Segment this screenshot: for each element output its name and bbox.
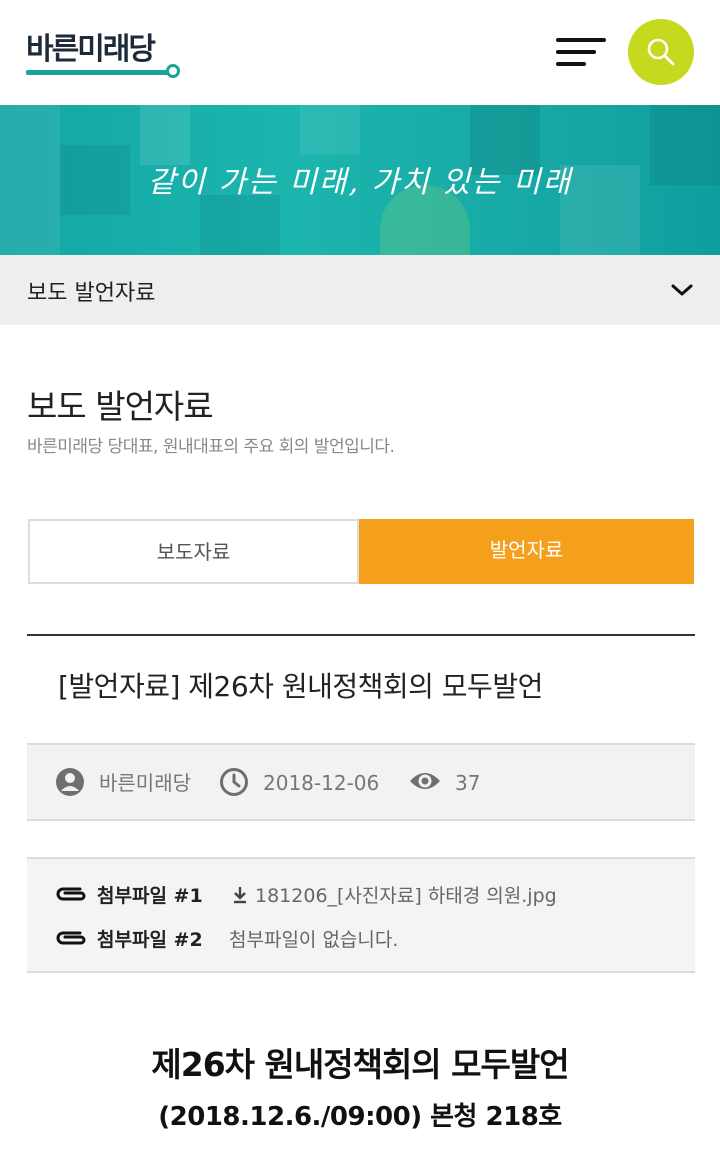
banner-slogan: 같이 가는 미래, 가치 있는 미래 (147, 165, 573, 200)
attachment-row: 첨부파일 #2 첨부파일이 없습니다. (27, 923, 695, 953)
tab-press-release[interactable]: 보도자료 (28, 519, 359, 584)
post-title: [발언자료] 제26차 원내정책회의 모두발언 (58, 670, 543, 703)
hamburger-menu-icon[interactable] (556, 36, 608, 70)
divider (27, 634, 695, 636)
section-dropdown[interactable]: 보도 발언자료 (0, 255, 720, 325)
post-author: 바른미래당 (99, 771, 191, 795)
post-views: 37 (455, 771, 481, 795)
page-title: 보도 발언자료 (27, 387, 214, 426)
search-icon (647, 38, 675, 66)
hero-banner: 같이 가는 미래, 가치 있는 미래 (0, 105, 720, 255)
post-meta: 바른미래당 2018-12-06 37 (27, 743, 695, 821)
party-logo[interactable]: 바른미래당 (26, 32, 180, 78)
attachment-empty-text: 첨부파일이 없습니다. (229, 929, 399, 951)
eye-icon (410, 773, 440, 789)
attachment-file-link[interactable]: 181206_[사진자료] 하태경 의원.jpg (255, 881, 557, 908)
attachment-row: 첨부파일 #1 181206_[사진자료] 하태경 의원.jpg (27, 879, 695, 909)
logo-dot (166, 64, 180, 78)
attachment-label: 첨부파일 #2 (97, 929, 203, 951)
section-dropdown-label: 보도 발언자료 (27, 281, 156, 306)
post-date: 2018-12-06 (263, 771, 380, 795)
site-header: 바른미래당 (0, 0, 720, 105)
user-icon (56, 768, 84, 796)
clock-icon (220, 768, 248, 796)
logo-underline (26, 70, 168, 75)
category-tabs: 보도자료 발언자료 (28, 519, 694, 584)
attachments: 첨부파일 #1 181206_[사진자료] 하태경 의원.jpg 첨부파일 #2… (27, 857, 695, 973)
paperclip-icon (56, 931, 86, 945)
content-subtitle: (2018.12.6./09:00) 본청 218호 (158, 1102, 562, 1132)
logo-text[interactable]: 바른미래당 (26, 32, 156, 68)
attachment-label: 첨부파일 #1 (97, 885, 203, 907)
chevron-down-icon (671, 284, 693, 296)
paperclip-icon (56, 887, 86, 901)
page-description: 바른미래당 당대표, 원내대표의 주요 회의 발언입니다. (27, 437, 395, 457)
download-icon[interactable] (231, 885, 249, 905)
tab-speech-material[interactable]: 발언자료 (359, 519, 694, 584)
content-title: 제26차 원내정책회의 모두발언 (151, 1045, 569, 1084)
search-button[interactable] (628, 19, 694, 85)
